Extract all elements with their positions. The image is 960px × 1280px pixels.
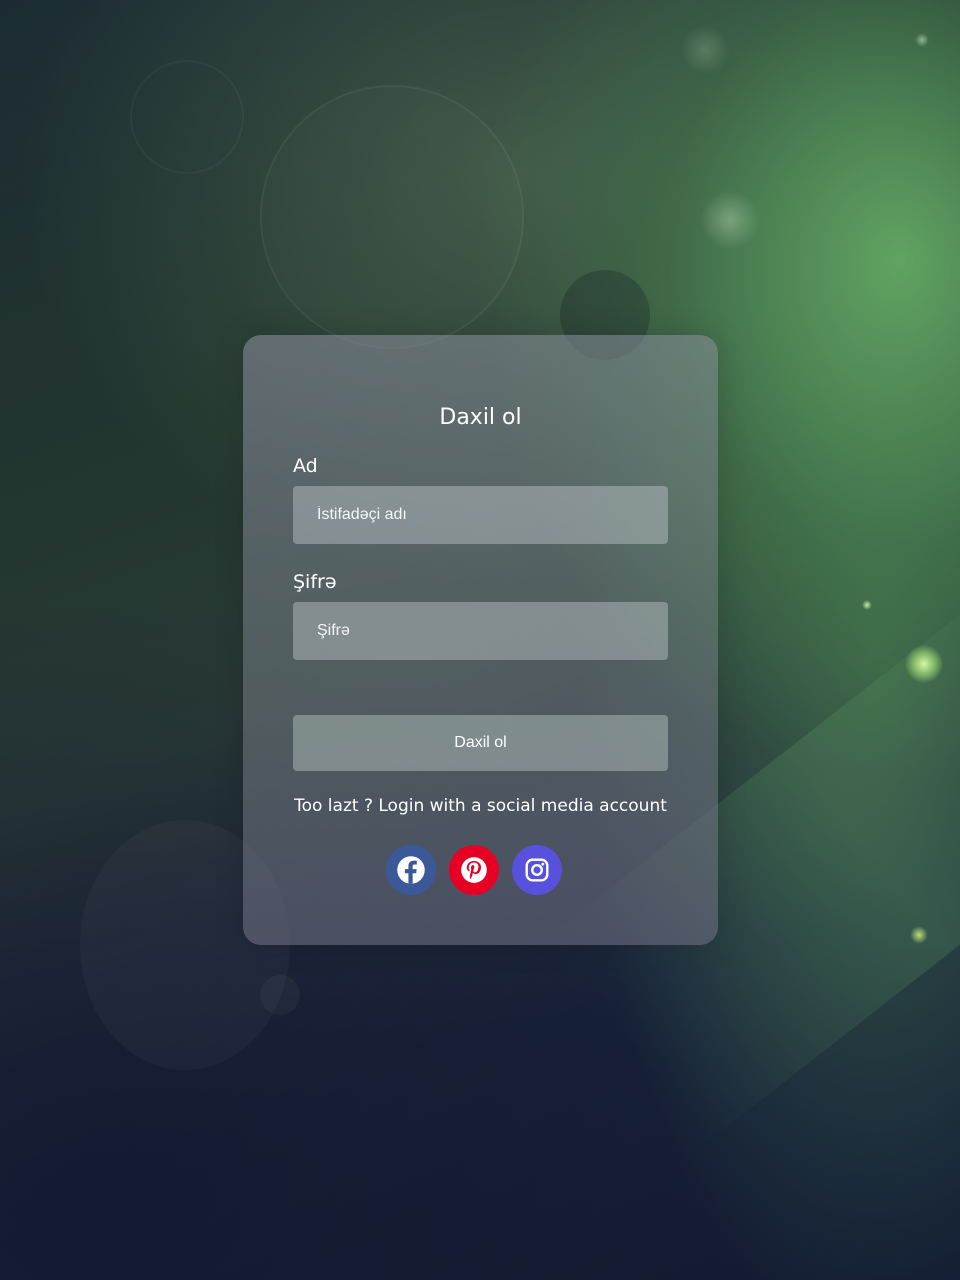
background-bokeh [680, 25, 730, 75]
background-bokeh [260, 975, 300, 1015]
background-bokeh [260, 85, 524, 349]
social-login-buttons [386, 845, 576, 895]
background-bokeh [910, 926, 928, 944]
form-title: Daxil ol [439, 405, 522, 430]
pinterest-login-button[interactable] [449, 845, 499, 895]
instagram-login-button[interactable] [512, 845, 562, 895]
password-input[interactable] [293, 602, 668, 660]
facebook-login-button[interactable] [386, 845, 436, 895]
username-label: Ad [293, 455, 318, 477]
background-bokeh [700, 190, 760, 250]
background-bokeh [915, 33, 929, 47]
background-bokeh [862, 600, 872, 610]
instagram-icon [525, 858, 549, 882]
background-bokeh [905, 645, 943, 683]
username-input[interactable] [293, 486, 668, 544]
login-button[interactable]: Daxil ol [293, 715, 668, 771]
pinterest-icon [461, 857, 487, 883]
facebook-icon [397, 856, 425, 884]
password-label: Şifrə [293, 571, 337, 593]
login-form: Daxil ol Ad Şifrə Daxil ol Too lazt ? Lo… [243, 335, 718, 945]
background-bokeh [130, 60, 244, 174]
social-login-prompt: Too lazt ? Login with a social media acc… [294, 796, 667, 816]
